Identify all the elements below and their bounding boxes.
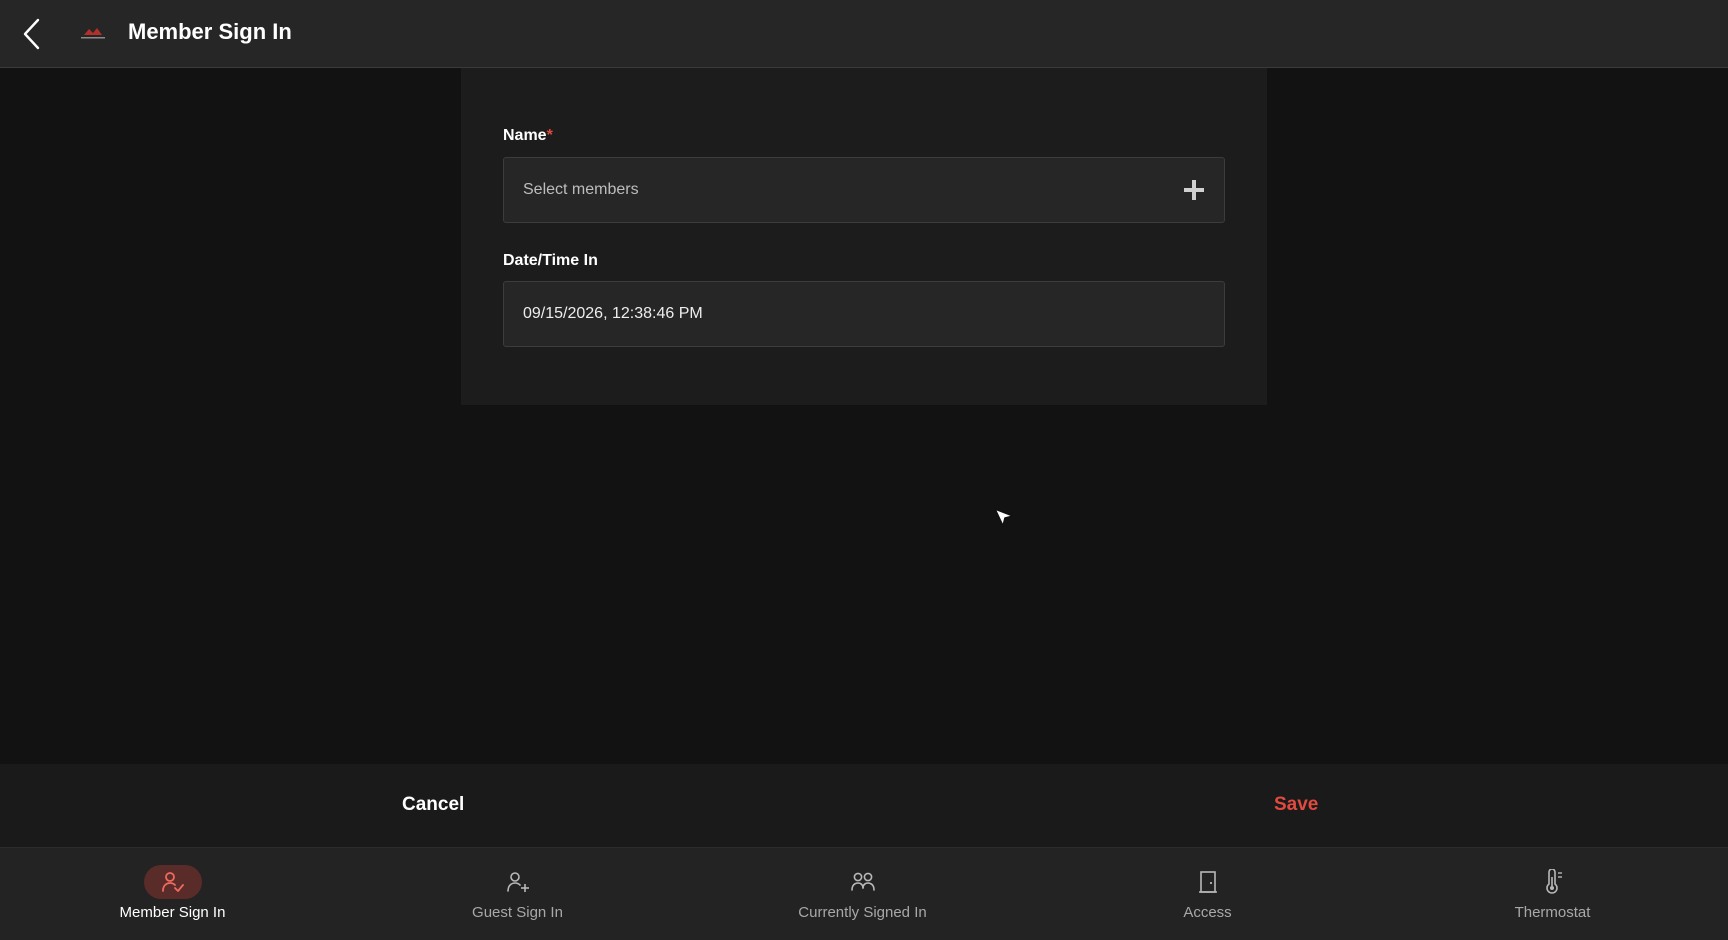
- name-label: Name*: [503, 127, 553, 145]
- tab-guest-sign-in[interactable]: Guest Sign In: [345, 848, 690, 940]
- member-select-field[interactable]: Select members: [503, 157, 1225, 223]
- tab-label: Member Sign In: [119, 904, 226, 921]
- tab-icon-wrap: [834, 865, 892, 899]
- person-check-icon: [161, 872, 184, 892]
- mouse-cursor-icon: [994, 508, 1014, 527]
- member-select-placeholder: Select members: [523, 181, 639, 198]
- tab-member-sign-in[interactable]: Member Sign In: [0, 848, 345, 940]
- tab-access[interactable]: Access: [1035, 848, 1380, 940]
- bottom-tab-bar: Member Sign In Guest Sign In Currently S…: [0, 848, 1728, 940]
- tab-label: Access: [1183, 904, 1232, 921]
- page-title: Member Sign In: [128, 19, 292, 44]
- name-label-text: Name: [503, 127, 547, 144]
- tab-label: Thermostat: [1514, 904, 1591, 921]
- chevron-left-icon: [23, 18, 40, 50]
- required-mark: *: [546, 127, 553, 144]
- tab-icon-wrap: [1179, 865, 1237, 899]
- save-button[interactable]: Save: [1274, 794, 1318, 816]
- tab-label: Guest Sign In: [472, 904, 563, 921]
- tab-thermostat[interactable]: Thermostat: [1380, 848, 1725, 940]
- tab-icon-highlight: [143, 865, 202, 899]
- people-icon: [850, 872, 875, 891]
- tab-currently-signed-in[interactable]: Currently Signed In: [690, 848, 1035, 940]
- datetime-label: Date/Time In: [503, 252, 598, 269]
- tab-icon-wrap: [489, 865, 547, 899]
- club-logo: [81, 28, 105, 39]
- header-bar: Member Sign In: [0, 0, 1728, 68]
- back-button[interactable]: [14, 14, 50, 54]
- datetime-value: 09/15/2026, 12:38:46 PM: [523, 305, 703, 322]
- thermometer-icon: [1545, 869, 1562, 894]
- sign-in-form: Name* Select members Date/Time In 09/15/…: [461, 68, 1267, 405]
- door-icon: [1198, 871, 1217, 893]
- datetime-field[interactable]: 09/15/2026, 12:38:46 PM: [503, 281, 1225, 347]
- action-bar: Cancel Save: [0, 764, 1728, 848]
- person-add-icon: [506, 872, 529, 892]
- cancel-button[interactable]: Cancel: [402, 794, 464, 816]
- plus-icon[interactable]: [1182, 178, 1206, 202]
- tab-label: Currently Signed In: [798, 904, 927, 921]
- tab-icon-wrap: [1524, 865, 1582, 899]
